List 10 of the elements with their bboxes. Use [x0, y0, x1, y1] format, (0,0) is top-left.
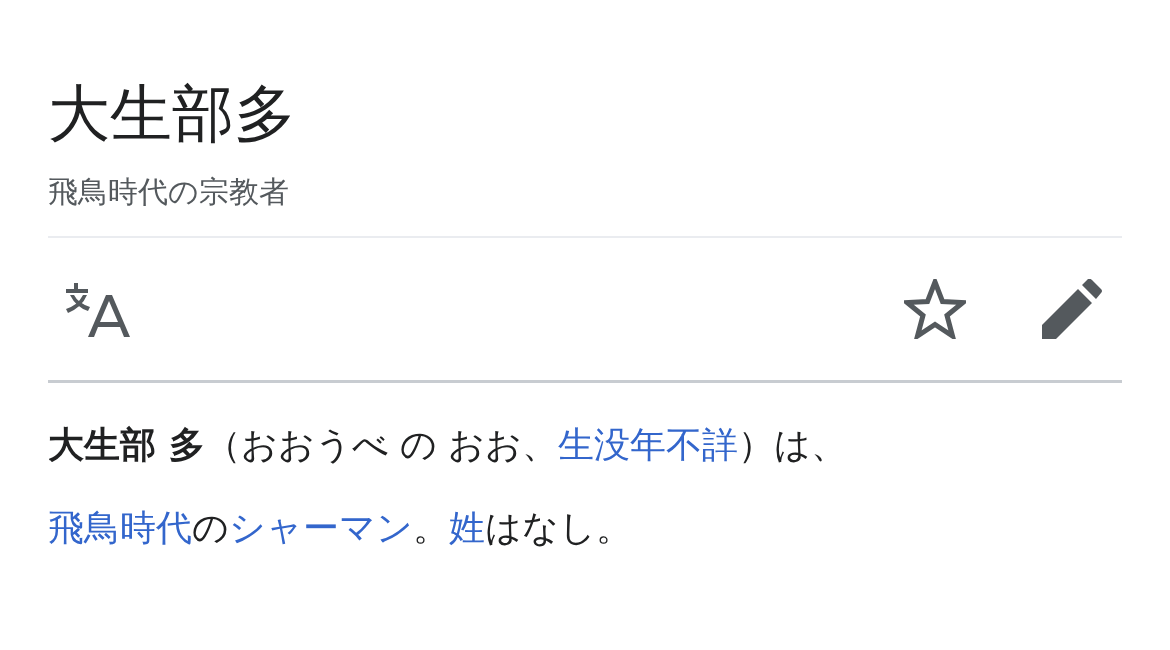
- page-subtitle: 飛鳥時代の宗教者: [48, 172, 1122, 238]
- article-link[interactable]: 飛鳥時代: [48, 507, 192, 548]
- intro-paragraph: 大生部 多（おおうべ の おお、生没年不詳）は、 飛鳥時代のシャーマン。姓はなし。: [48, 423, 849, 550]
- article-link[interactable]: 姓: [449, 507, 485, 548]
- translate-icon[interactable]: [66, 281, 132, 337]
- article-link[interactable]: 生没年不詳: [558, 424, 739, 465]
- pencil-icon[interactable]: [1042, 279, 1102, 339]
- article-link[interactable]: シャーマン: [229, 507, 413, 548]
- star-icon[interactable]: [904, 279, 966, 339]
- page-title: 大生部多: [48, 76, 297, 152]
